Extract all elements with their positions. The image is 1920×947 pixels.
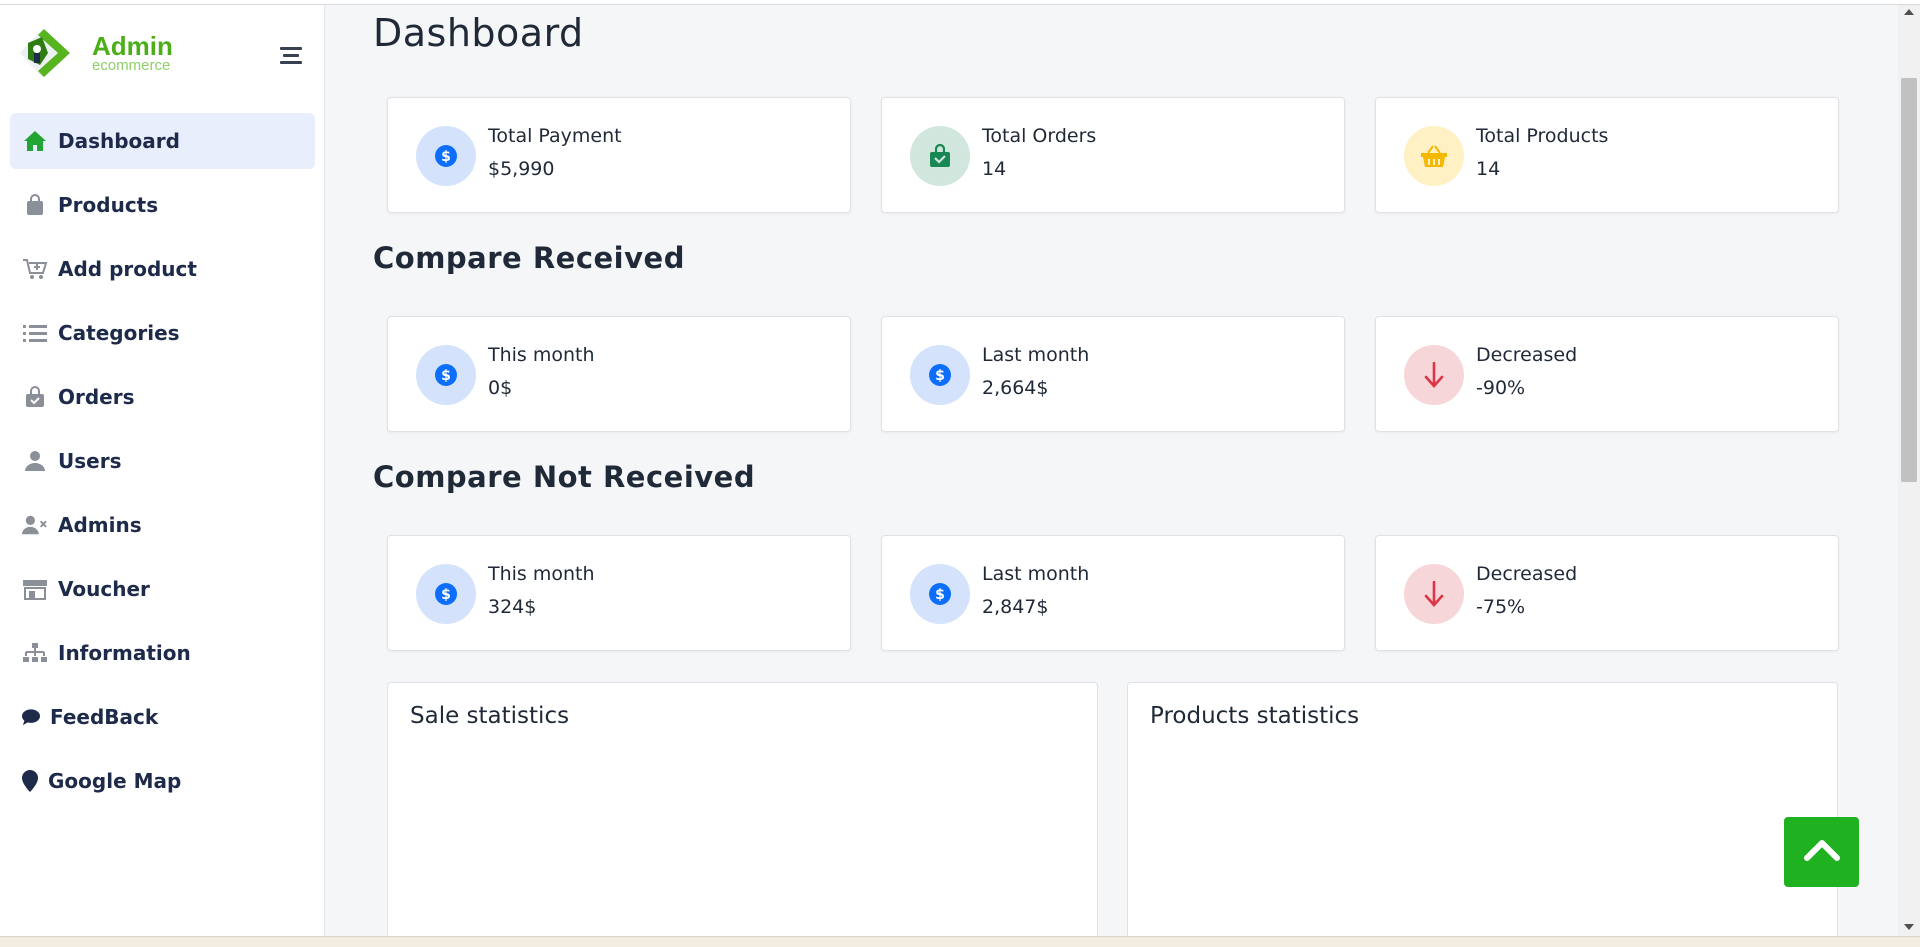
shopping-bag-icon xyxy=(22,193,48,217)
scroll-to-top-button[interactable] xyxy=(1784,817,1859,887)
stat-card-not-received-decreased: Decreased -75% xyxy=(1375,535,1839,651)
menu-toggle-icon[interactable] xyxy=(280,47,302,67)
stat-label: Last month xyxy=(982,344,1090,366)
panel-title: Sale statistics xyxy=(410,703,570,729)
sidebar-item-add-product[interactable]: Add product xyxy=(10,241,315,297)
map-pin-icon xyxy=(22,769,38,793)
stat-value: -90% xyxy=(1476,377,1526,399)
sidebar-item-categories[interactable]: Categories xyxy=(10,305,315,361)
sidebar-item-label: Admins xyxy=(58,513,142,537)
sidebar-item-information[interactable]: Information xyxy=(10,625,315,681)
basket-icon xyxy=(1404,126,1464,186)
sidebar-item-admins[interactable]: Admins xyxy=(10,497,315,553)
arrow-down-icon xyxy=(1404,345,1464,405)
cart-plus-icon xyxy=(22,257,48,281)
logo-title: Admin xyxy=(92,31,173,61)
svg-text:$: $ xyxy=(441,587,451,603)
user-icon xyxy=(22,449,48,473)
stat-value: 2,847$ xyxy=(982,596,1049,618)
svg-text:$: $ xyxy=(935,587,945,603)
stat-card-total-payment: $ Total Payment $5,990 xyxy=(387,97,851,213)
stat-label: Total Payment xyxy=(488,125,622,147)
section-title-received: Compare Received xyxy=(373,241,685,275)
svg-text:$: $ xyxy=(441,368,451,384)
sidebar-item-google-map[interactable]: Google Map xyxy=(10,753,315,809)
sidebar-item-label: Add product xyxy=(58,257,197,281)
sidebar-item-label: Categories xyxy=(58,321,180,345)
sidebar-item-label: Users xyxy=(58,449,122,473)
stat-label: Decreased xyxy=(1476,563,1578,585)
scroll-up-arrow-icon[interactable] xyxy=(1904,9,1914,15)
stat-value: -75% xyxy=(1476,596,1526,618)
stat-card-received-this-month: $ This month 0$ xyxy=(387,316,851,432)
sidebar-item-orders[interactable]: Orders xyxy=(10,369,315,425)
stat-value: $5,990 xyxy=(488,158,555,180)
stat-label: Total Orders xyxy=(982,125,1097,147)
stat-value: 2,664$ xyxy=(982,377,1049,399)
scrollbar-thumb[interactable] xyxy=(1901,78,1917,482)
main-content: Dashboard $ Total Payment $5,990 Total O… xyxy=(326,5,1898,947)
stat-label: This month xyxy=(488,563,595,585)
stat-card-total-products: Total Products 14 xyxy=(1375,97,1839,213)
sidebar-item-label: Dashboard xyxy=(58,129,180,153)
stat-label: Total Products xyxy=(1476,125,1609,147)
bag-check-icon xyxy=(22,385,48,409)
products-statistics-panel: Products statistics xyxy=(1127,682,1838,947)
sidebar-item-products[interactable]: Products xyxy=(10,177,315,233)
stat-card-total-orders: Total Orders 14 xyxy=(881,97,1345,213)
stat-value: 324$ xyxy=(488,596,537,618)
panel-title: Products statistics xyxy=(1150,703,1360,729)
sidebar-item-users[interactable]: Users xyxy=(10,433,315,489)
chevron-up-icon xyxy=(1803,838,1841,866)
sidebar-item-label: Information xyxy=(58,641,191,665)
arrow-down-icon xyxy=(1404,564,1464,624)
list-icon xyxy=(22,321,48,345)
logo-icon xyxy=(20,25,84,81)
vertical-scrollbar[interactable] xyxy=(1898,5,1920,936)
stat-value: 14 xyxy=(982,158,1007,180)
store-icon xyxy=(22,577,48,601)
sidebar-item-label: Voucher xyxy=(58,577,150,601)
sidebar-item-label: Google Map xyxy=(48,769,182,793)
home-icon xyxy=(22,129,48,153)
logo[interactable]: Admin ecommerce xyxy=(20,25,173,81)
sale-statistics-panel: Sale statistics xyxy=(387,682,1098,947)
dollar-circle-icon: $ xyxy=(910,345,970,405)
sidebar-item-label: Orders xyxy=(58,385,135,409)
sitemap-icon xyxy=(22,641,48,665)
page-title: Dashboard xyxy=(373,11,584,55)
stat-card-received-decreased: Decreased -90% xyxy=(1375,316,1839,432)
dollar-circle-icon: $ xyxy=(416,126,476,186)
stat-value: 14 xyxy=(1476,158,1501,180)
stat-card-received-last-month: $ Last month 2,664$ xyxy=(881,316,1345,432)
stat-card-not-received-last-month: $ Last month 2,847$ xyxy=(881,535,1345,651)
sidebar: Admin ecommerce Dashboard Products Add p… xyxy=(0,5,325,936)
comment-icon xyxy=(22,705,40,729)
dollar-circle-icon: $ xyxy=(910,564,970,624)
stat-label: Last month xyxy=(982,563,1090,585)
logo-subtitle: ecommerce xyxy=(92,57,171,74)
stat-value: 0$ xyxy=(488,377,513,399)
sidebar-item-dashboard[interactable]: Dashboard xyxy=(10,113,315,169)
sidebar-item-voucher[interactable]: Voucher xyxy=(10,561,315,617)
bottom-bar xyxy=(0,936,1920,947)
user-x-icon xyxy=(22,513,48,537)
dollar-circle-icon: $ xyxy=(416,345,476,405)
svg-text:$: $ xyxy=(935,368,945,384)
bag-check-icon xyxy=(910,126,970,186)
stat-card-not-received-this-month: $ This month 324$ xyxy=(387,535,851,651)
dollar-circle-icon: $ xyxy=(416,564,476,624)
stat-label: This month xyxy=(488,344,595,366)
sidebar-item-label: FeedBack xyxy=(50,705,159,729)
scroll-down-arrow-icon[interactable] xyxy=(1904,924,1914,930)
sidebar-nav: Dashboard Products Add product Categorie… xyxy=(10,113,315,817)
sidebar-item-feedback[interactable]: FeedBack xyxy=(10,689,315,745)
svg-text:$: $ xyxy=(441,149,451,165)
stat-label: Decreased xyxy=(1476,344,1578,366)
section-title-not-received: Compare Not Received xyxy=(373,460,756,494)
sidebar-item-label: Products xyxy=(58,193,159,217)
